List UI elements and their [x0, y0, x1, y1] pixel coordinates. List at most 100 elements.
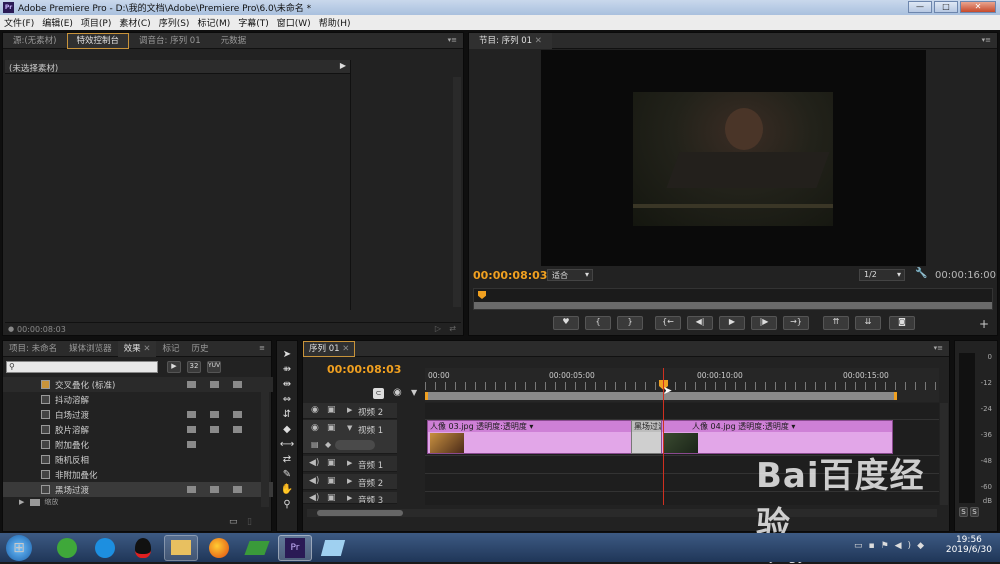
system-tray-icons[interactable]: ▭▪⚑◀)◆	[854, 541, 930, 551]
solo-left-button[interactable]: S	[959, 507, 968, 517]
tab-history[interactable]: 历史	[185, 341, 214, 357]
solo-right-button[interactable]: S	[970, 507, 979, 517]
expand-triangle-icon[interactable]: ▶	[347, 459, 352, 467]
tab-effect-controls[interactable]: 特效控制台	[66, 32, 130, 49]
program-panel-menu-icon[interactable]: ▾≡	[982, 36, 991, 44]
effect-item[interactable]: 白场过渡	[3, 407, 273, 422]
work-area-bar[interactable]	[425, 392, 897, 400]
linked-selection-icon[interactable]: ◉	[393, 387, 402, 398]
export-frame-button[interactable]: ◙	[889, 316, 915, 330]
clock[interactable]: 19:56 2019/6/30	[946, 535, 992, 555]
eye-icon[interactable]: ◉	[311, 423, 319, 433]
time-ruler[interactable]: 00:00 00:00:05:00 00:00:10:00 00:00:15:0…	[425, 368, 939, 402]
extract-button[interactable]: ⇊	[855, 316, 881, 330]
collapse-triangle-icon[interactable]: ▼	[347, 424, 352, 432]
tab-effects[interactable]: 效果 ✕	[117, 340, 157, 357]
quality-dropdown[interactable]: 1/2 ▾	[859, 269, 905, 281]
menu-sequence[interactable]: 序列(S)	[159, 16, 190, 29]
wrench-icon[interactable]: 🔧	[915, 268, 927, 279]
track-header-audio-2[interactable]: ◀) ▣ ▶ 音频 2	[303, 474, 397, 490]
firefox-icon[interactable]	[202, 535, 236, 561]
effects-scrollbar[interactable]	[261, 377, 269, 507]
play-audio-icon[interactable]: ▷	[435, 324, 441, 333]
pen-tool-icon[interactable]: ✎	[279, 468, 295, 482]
track-header-video-1[interactable]: ◉ ▣ ▼ 视频 1 ▤ ◆	[303, 420, 397, 454]
tab-sequence[interactable]: 序列 01 ✕	[303, 340, 356, 357]
keyframe-navigator[interactable]	[335, 440, 375, 450]
add-button-icon[interactable]: +	[979, 317, 989, 331]
menu-edit[interactable]: 编辑(E)	[42, 16, 73, 29]
video-clip[interactable]: 人像 03.jpg 透明度:透明度 ▾	[427, 420, 661, 454]
tab-source[interactable]: 源:(无素材)	[3, 33, 67, 49]
playhead-marker-icon[interactable]	[478, 291, 486, 299]
expand-triangle-icon[interactable]: ▶	[347, 477, 352, 485]
lift-button[interactable]: ⇈	[823, 316, 849, 330]
display-style-icon[interactable]: ▤	[311, 440, 319, 449]
menu-clip[interactable]: 素材(C)	[119, 16, 150, 29]
yuv-effects-button[interactable]: YUV	[207, 361, 221, 373]
track-header-audio-1[interactable]: ◀) ▣ ▶ 音频 1	[303, 456, 397, 472]
premiere-icon[interactable]: Pr	[278, 534, 312, 561]
panel-menu-icon[interactable]: ▾≡	[448, 36, 457, 44]
effect-item[interactable]: 随机反相	[3, 452, 273, 467]
folder-item[interactable]: ▶ 缩放	[3, 497, 273, 507]
menu-marker[interactable]: 标记(M)	[197, 16, 230, 29]
menu-help[interactable]: 帮助(H)	[319, 16, 351, 29]
close-button[interactable]: ✕	[960, 1, 996, 13]
timeline-panel-menu-icon[interactable]: ▾≡	[934, 344, 943, 352]
maximize-button[interactable]: □	[934, 1, 958, 13]
zoom-bar[interactable]	[474, 302, 992, 309]
effects-panel-menu-icon[interactable]: ≡	[259, 344, 265, 352]
menu-project[interactable]: 项目(P)	[81, 16, 111, 29]
track-header-audio-3[interactable]: ◀) ▣ ▶ 音频 3	[303, 492, 397, 504]
speaker-icon[interactable]: ◀)	[309, 493, 319, 503]
effect-item-selected[interactable]: 黑场过渡	[3, 482, 273, 497]
qq-icon[interactable]	[126, 535, 160, 561]
add-marker-icon[interactable]: ▼	[411, 388, 417, 397]
menu-title[interactable]: 字幕(T)	[238, 16, 269, 29]
effect-item[interactable]: 附加叠化	[3, 437, 273, 452]
32bit-effects-button[interactable]: 32	[187, 361, 201, 373]
speaker-icon[interactable]: ◀)	[309, 458, 319, 468]
timeline-horizontal-scrollbar[interactable]	[307, 509, 937, 517]
minimize-button[interactable]: —	[908, 1, 932, 13]
tab-audio-mixer[interactable]: 调音台: 序列 01	[129, 33, 211, 49]
rolling-edit-tool-icon[interactable]: ⇔	[279, 393, 295, 407]
slide-tool-icon[interactable]: ⇄	[279, 453, 295, 467]
ripple-edit-tool-icon[interactable]: ⇹	[279, 378, 295, 392]
start-orb-icon[interactable]: ⊞	[6, 534, 32, 561]
tab-markers[interactable]: 标记	[156, 341, 185, 357]
go-to-out-button[interactable]: →}	[783, 316, 809, 330]
tab-metadata[interactable]: 元数据	[211, 33, 257, 49]
accelerated-effects-button[interactable]: ▶	[167, 361, 181, 373]
zoom-slider[interactable]	[317, 510, 403, 516]
mark-in-button[interactable]: {	[585, 316, 611, 330]
video-clip[interactable]: 人像 04.jpg 透明度:透明度 ▾	[661, 420, 893, 454]
delete-icon[interactable]: ▯	[247, 517, 252, 527]
360-browser-icon[interactable]	[50, 535, 84, 561]
expand-triangle-icon[interactable]: ▶	[347, 406, 352, 414]
new-bin-icon[interactable]: ▭	[229, 517, 238, 527]
slip-tool-icon[interactable]: ⟷	[279, 438, 295, 452]
mark-out-button[interactable]: }	[617, 316, 643, 330]
effect-item[interactable]: 交叉叠化 (标准)	[3, 377, 273, 392]
menu-file[interactable]: 文件(F)	[4, 16, 34, 29]
add-marker-button[interactable]: ♥	[553, 316, 579, 330]
go-to-in-button[interactable]: {←	[655, 316, 681, 330]
lock-icon[interactable]: ▣	[327, 493, 336, 503]
lock-icon[interactable]: ▣	[327, 423, 336, 433]
keyframe-icon[interactable]: ◆	[325, 440, 331, 449]
fit-dropdown[interactable]: 适合 ▾	[547, 269, 593, 281]
program-timecode[interactable]: 00:00:08:03	[473, 269, 547, 282]
hand-tool-icon[interactable]: ✋	[279, 483, 295, 497]
camtasia-icon[interactable]	[240, 535, 274, 561]
speaker-icon[interactable]: ◀)	[309, 476, 319, 486]
program-scrubber[interactable]	[473, 288, 993, 310]
lock-icon[interactable]: ▣	[327, 405, 336, 415]
step-back-button[interactable]: ◀|	[687, 316, 713, 330]
timeline-vertical-scrollbar[interactable]	[940, 403, 948, 505]
track-area[interactable]: 人像 03.jpg 透明度:透明度 ▾ 黑场过渡 人像 04.jpg 透明度:透…	[425, 368, 939, 505]
razor-tool-icon[interactable]: ◆	[279, 423, 295, 437]
eye-icon[interactable]: ◉	[311, 405, 319, 415]
menu-window[interactable]: 窗口(W)	[277, 16, 311, 29]
